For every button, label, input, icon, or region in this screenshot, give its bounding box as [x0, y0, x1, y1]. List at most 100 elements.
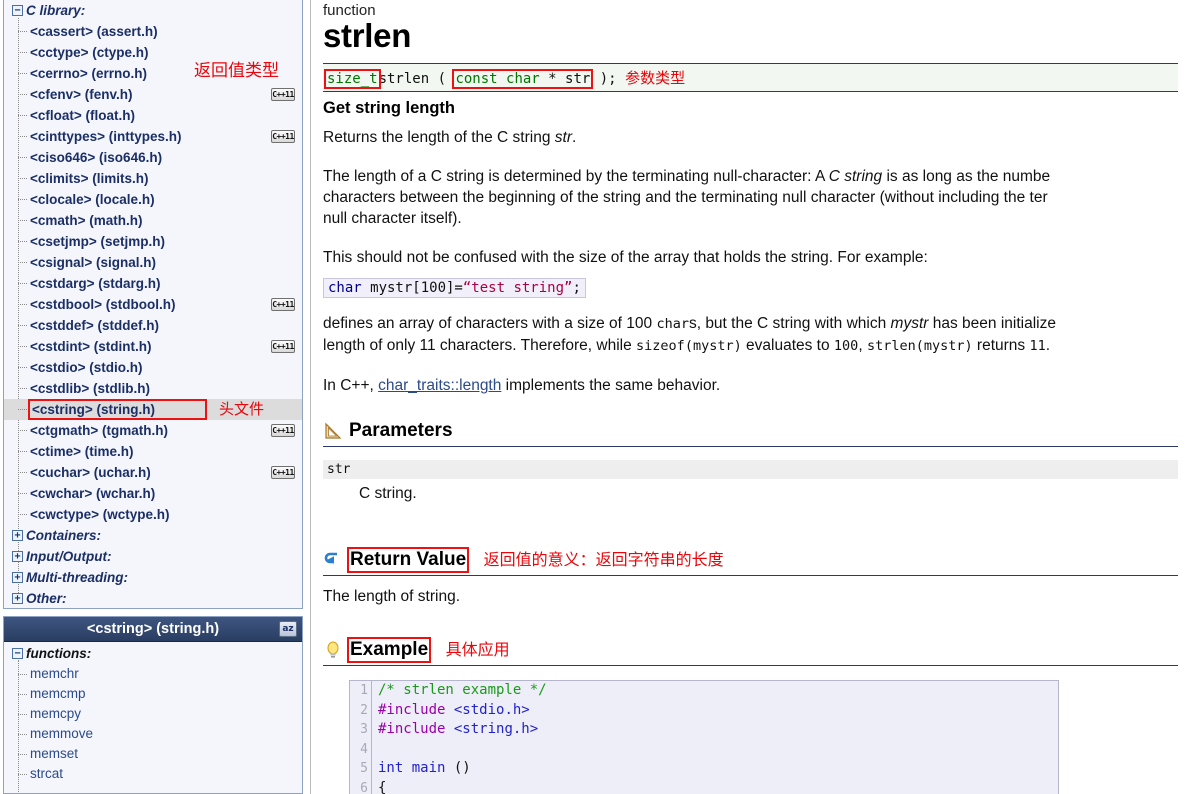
- tree-item-9[interactable]: <clocale> (locale.h): [4, 189, 302, 210]
- tree-item-16[interactable]: <cstdint> (stdint.h) C++11: [4, 336, 302, 357]
- tree-item-label: <ctime> (time.h): [30, 444, 134, 459]
- tree-branch-tick: [18, 73, 27, 74]
- function-group[interactable]: − functions:: [4, 644, 302, 664]
- tree-branch-tick: [18, 283, 27, 284]
- tree-branch-tick: [18, 241, 27, 242]
- tree-item-13[interactable]: <cstdarg> (stdarg.h): [4, 273, 302, 294]
- signature-open-paren: (: [429, 71, 455, 87]
- expand-icon[interactable]: +: [12, 551, 23, 562]
- tree-branch-tick: [18, 304, 27, 305]
- desc-p4-c: s, but the C string with which: [688, 315, 891, 332]
- tree-item-17[interactable]: <cstdio> (stdio.h): [4, 357, 302, 378]
- tree-item-15[interactable]: <cstddef> (stddef.h): [4, 315, 302, 336]
- tree-branch-tick: [18, 31, 27, 32]
- tree-item-label: <cctype> (ctype.h): [30, 45, 149, 60]
- code-line-number: 1: [360, 683, 368, 698]
- example-section-header: Example 具体应用: [323, 637, 1178, 666]
- function-item-6[interactable]: strcat: [4, 764, 302, 784]
- tree-branch-tick: [18, 367, 27, 368]
- tree-item-18[interactable]: <cstdlib> (stdlib.h): [4, 378, 302, 399]
- function-item-4[interactable]: memmove: [4, 724, 302, 744]
- tree-group-27[interactable]: + Multi-threading:: [4, 567, 302, 588]
- expand-icon[interactable]: +: [12, 593, 23, 604]
- tree-item-20[interactable]: <ctgmath> (tgmath.h) C++11: [4, 420, 302, 441]
- cpp11-badge-icon: C++11: [271, 424, 295, 437]
- tree-item-14[interactable]: <cstdbool> (stdbool.h) C++11: [4, 294, 302, 315]
- tree-group-28[interactable]: + Other:: [4, 588, 302, 608]
- desc-p4b-11: 11: [1029, 338, 1046, 354]
- function-item-1[interactable]: memchr: [4, 664, 302, 684]
- code-line-text: /* strlen example */: [378, 682, 547, 698]
- tree-item-label: <cfloat> (float.h): [30, 108, 136, 123]
- cpp11-badge-icon: C++11: [271, 340, 295, 353]
- sort-alphabetical-icon[interactable]: az: [279, 621, 297, 637]
- tree-item-5[interactable]: <cfloat> (float.h): [4, 105, 302, 126]
- tree-group-26[interactable]: + Input/Output:: [4, 546, 302, 567]
- tree-branch-tick: [18, 514, 27, 515]
- function-group-label: functions:: [26, 646, 92, 661]
- tree-item-label: <climits> (limits.h): [30, 171, 149, 186]
- desc-p4-e: has been initialize: [928, 315, 1056, 332]
- library-tree[interactable]: − C library: <cassert> (assert.h) <cctype> …: [4, 0, 302, 608]
- return-value-title: Return Value: [346, 547, 470, 573]
- function-item-label: memmove: [30, 726, 94, 741]
- desc-p1-text: Returns the length of the C string: [323, 129, 555, 146]
- tree-item-label: <cuchar> (uchar.h): [30, 465, 151, 480]
- tree-item-label: <cwchar> (wchar.h): [30, 486, 156, 501]
- char-traits-length-link[interactable]: char_traits::length: [378, 377, 501, 394]
- tree-item-label: <ciso646> (iso646.h): [30, 150, 163, 165]
- code-line-text: #include <string.h>: [378, 721, 539, 737]
- tree-item-11[interactable]: <csetjmp> (setjmp.h): [4, 231, 302, 252]
- tree-branch-tick: [18, 493, 27, 494]
- function-list-panel[interactable]: <cstring> (string.h) az − functions: memch…: [3, 616, 303, 794]
- tree-item-label: <cerrno> (errno.h): [30, 66, 148, 81]
- tree-group-label: Input/Output:: [26, 549, 112, 564]
- tree-branch-tick: [18, 694, 27, 695]
- tree-item-12[interactable]: <csignal> (signal.h): [4, 252, 302, 273]
- description-paragraph-3: This should not be confused with the siz…: [323, 249, 928, 266]
- description-paragraph-2-line1: The length of a C string is determined b…: [323, 166, 1195, 187]
- tree-branch-tick: [18, 178, 27, 179]
- function-item-3[interactable]: memcpy: [4, 704, 302, 724]
- desc-p1-end: .: [572, 129, 577, 146]
- function-subtitle: Get string length: [323, 99, 455, 117]
- code-example-block[interactable]: 1 /* strlen example */ 2 #include <stdio.h>…: [349, 680, 1059, 794]
- desc-p4b-100: 100: [833, 338, 859, 354]
- tree-item-10[interactable]: <cmath> (math.h): [4, 210, 302, 231]
- function-panel-header: <cstring> (string.h) az: [4, 617, 302, 642]
- tree-item-6[interactable]: <cinttypes> (inttypes.h) C++11: [4, 126, 302, 147]
- desc-p4b-a: length of only 11 characters. Therefore,…: [323, 337, 637, 354]
- tree-item-1[interactable]: <cassert> (assert.h): [4, 21, 302, 42]
- tree-item-24[interactable]: <cwctype> (wctype.h): [4, 504, 302, 525]
- expand-icon[interactable]: +: [12, 572, 23, 583]
- tree-group-0[interactable]: − C library:: [4, 0, 302, 21]
- tree-item-7[interactable]: <ciso646> (iso646.h): [4, 147, 302, 168]
- tree-branch-tick: [18, 199, 27, 200]
- collapse-icon[interactable]: −: [12, 5, 23, 16]
- tree-group-25[interactable]: + Containers:: [4, 525, 302, 546]
- tree-item-label: <cassert> (assert.h): [30, 24, 158, 39]
- library-tree-panel[interactable]: − C library: <cassert> (assert.h) <cctype> …: [3, 0, 303, 609]
- tree-item-23[interactable]: <cwchar> (wchar.h): [4, 483, 302, 504]
- tree-item-22[interactable]: <cuchar> (uchar.h) C++11: [4, 462, 302, 483]
- expand-icon[interactable]: +: [12, 530, 23, 541]
- tree-branch-tick: [18, 388, 27, 389]
- tree-item-19[interactable]: <cstring> (string.h) 头文件: [4, 399, 302, 420]
- desc-p4-mystr: mystr: [890, 315, 929, 332]
- inline-code-end: ;: [572, 280, 581, 296]
- function-item-2[interactable]: memcmp: [4, 684, 302, 704]
- function-list[interactable]: − functions: memchr memcmp memcpy memmove mems…: [4, 642, 302, 793]
- description-paragraph-1: Returns the length of the C string str.: [323, 127, 1195, 148]
- collapse-icon[interactable]: −: [12, 648, 23, 659]
- function-item-5[interactable]: memset: [4, 744, 302, 764]
- tree-item-4[interactable]: <cfenv> (fenv.h) C++11: [4, 84, 302, 105]
- tree-item-8[interactable]: <climits> (limits.h): [4, 168, 302, 189]
- tree-branch-tick: [18, 52, 27, 53]
- tree-branch-tick: [18, 472, 27, 473]
- annotation-header-file: 头文件: [219, 401, 265, 418]
- cpp11-badge-icon: C++11: [271, 466, 295, 479]
- tree-item-21[interactable]: <ctime> (time.h): [4, 441, 302, 462]
- tree-item-label: <cstddef> (stddef.h): [30, 318, 160, 333]
- tree-branch-tick: [18, 325, 27, 326]
- tree-item-label: <cstdbool> (stdbool.h): [30, 297, 176, 312]
